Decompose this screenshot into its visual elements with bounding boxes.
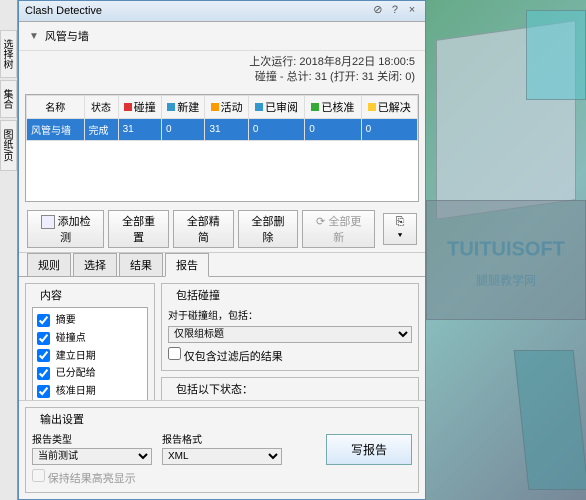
delete-all-button[interactable]: 全部删除 bbox=[238, 210, 299, 248]
output-title: 输出设置 bbox=[36, 411, 88, 427]
report-format-select[interactable]: XML bbox=[162, 448, 282, 465]
side-tab-0[interactable]: 选择树 bbox=[0, 30, 17, 78]
report-content: 内容 摘要 碰撞点 建立日期 已分配给 核准日期 核准者 层名称 项目路径 项目… bbox=[19, 277, 425, 400]
col-status[interactable]: 状态 bbox=[84, 95, 118, 118]
filter-checkbox[interactable]: 仅包含过滤后的结果 bbox=[168, 352, 283, 363]
states-title: 包括以下状态： bbox=[172, 381, 257, 397]
report-type-select[interactable]: 当前测试 bbox=[32, 448, 152, 465]
clash-detective-panel: Clash Detective ⊘ ? × ▼ 风管与墙 上次运行: 2018年… bbox=[18, 0, 426, 500]
clash-group-title: 包括碰撞 bbox=[172, 287, 224, 303]
report-format-label: 报告格式 bbox=[162, 431, 282, 446]
content-checklist[interactable]: 摘要 碰撞点 建立日期 已分配给 核准日期 核准者 层名称 项目路径 项目 ID… bbox=[32, 307, 148, 400]
help-icon[interactable]: ? bbox=[388, 4, 402, 18]
plus-icon bbox=[41, 215, 55, 229]
pin-icon[interactable]: ⊘ bbox=[371, 4, 385, 18]
col-approved[interactable]: 已核准 bbox=[305, 95, 361, 118]
col-clash[interactable]: 碰撞 bbox=[118, 95, 161, 118]
content-item[interactable]: 摘要 bbox=[35, 310, 145, 328]
content-item[interactable]: 已分配给 bbox=[35, 363, 145, 381]
last-run-text: 上次运行: 2018年8月22日 18:00:5 bbox=[29, 55, 415, 70]
window-title: Clash Detective bbox=[25, 5, 102, 17]
grid-empty-area bbox=[26, 141, 418, 201]
side-tab-2[interactable]: 图纸/页 bbox=[0, 120, 17, 171]
col-resolved[interactable]: 已解决 bbox=[361, 95, 417, 118]
test-name: 风管与墙 bbox=[45, 28, 89, 44]
chevron-down-icon: ▼ bbox=[29, 31, 39, 42]
clash-subtitle: 对于碰撞组，包括： bbox=[168, 307, 412, 322]
compact-all-button[interactable]: 全部精简 bbox=[173, 210, 234, 248]
col-new[interactable]: 新建 bbox=[162, 95, 205, 118]
tests-toolbar: 添加检测 全部重置 全部精简 全部删除 ⟳ 全部更新 ⎘ ▾ bbox=[19, 206, 425, 253]
content-item[interactable]: 碰撞点 bbox=[35, 328, 145, 346]
tab-select[interactable]: 选择 bbox=[73, 253, 117, 276]
export-button[interactable]: ⎘ ▾ bbox=[383, 213, 417, 245]
keep-highlight-checkbox[interactable]: 保持结果高亮显示 bbox=[32, 469, 412, 486]
watermark-sub: 腿腿教学网 bbox=[476, 272, 536, 289]
vertical-tab-strip: 选择树 集合 图纸/页 bbox=[0, 0, 18, 500]
write-report-button[interactable]: 写报告 bbox=[326, 434, 412, 465]
test-header[interactable]: ▼ 风管与墙 bbox=[19, 22, 425, 51]
test-meta: 上次运行: 2018年8月22日 18:00:5 碰撞 - 总计: 31 (打开… bbox=[19, 51, 425, 90]
col-active[interactable]: 活动 bbox=[205, 95, 248, 118]
content-item[interactable]: 建立日期 bbox=[35, 346, 145, 364]
report-type-label: 报告类型 bbox=[32, 431, 152, 446]
tab-strip: 规则 选择 结果 报告 bbox=[19, 253, 425, 277]
summary-text: 碰撞 - 总计: 31 (打开: 31 关闭: 0) bbox=[29, 70, 415, 85]
content-group-title: 内容 bbox=[36, 287, 66, 303]
side-tab-1[interactable]: 集合 bbox=[0, 80, 17, 118]
refresh-icon: ⟳ bbox=[316, 216, 325, 228]
export-icon: ⎘ bbox=[396, 216, 405, 228]
add-test-button[interactable]: 添加检测 bbox=[27, 210, 104, 248]
titlebar: Clash Detective ⊘ ? × bbox=[19, 1, 425, 22]
reset-all-button[interactable]: 全部重置 bbox=[108, 210, 169, 248]
group-mode-select[interactable]: 仅限组标题 bbox=[168, 326, 412, 343]
close-icon[interactable]: × bbox=[405, 4, 419, 18]
tab-rules[interactable]: 规则 bbox=[27, 253, 71, 276]
col-name[interactable]: 名称 bbox=[27, 95, 85, 118]
tests-grid: 名称 状态 碰撞 新建 活动 已审阅 已核准 已解决 风管与墙完成3103100… bbox=[25, 94, 419, 202]
tab-results[interactable]: 结果 bbox=[119, 253, 163, 276]
table-row[interactable]: 风管与墙完成31031000 bbox=[27, 118, 418, 140]
col-reviewed[interactable]: 已审阅 bbox=[248, 95, 304, 118]
3d-viewport[interactable]: TUITUISOFT 腿腿教学网 bbox=[426, 0, 586, 500]
tab-report[interactable]: 报告 bbox=[165, 253, 209, 277]
update-all-button[interactable]: ⟳ 全部更新 bbox=[302, 210, 375, 248]
content-item[interactable]: 核准日期 bbox=[35, 381, 145, 399]
